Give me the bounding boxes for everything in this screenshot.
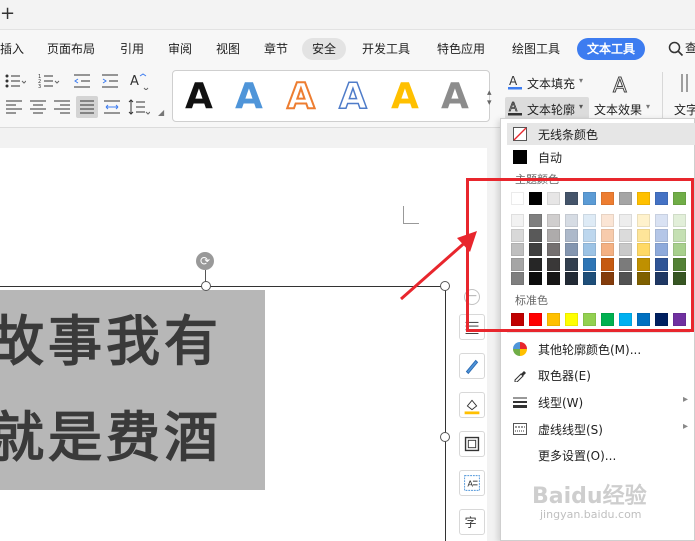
rotate-handle-icon[interactable]: ⟳: [196, 252, 214, 270]
text-wrap-icon[interactable]: A: [459, 470, 485, 496]
svg-text:A: A: [509, 100, 518, 114]
text-style-gold[interactable]: A: [391, 77, 419, 117]
line-type-submenu-icon: ▸: [682, 394, 688, 405]
shape-style-icon[interactable]: [459, 353, 485, 379]
dash-type-item[interactable]: 虚线线型(S) ▸: [501, 417, 695, 441]
text-fill-button[interactable]: 文本填充: [527, 75, 575, 92]
tab-review[interactable]: 审阅: [168, 39, 192, 59]
new-tab-plus-icon[interactable]: +: [0, 4, 15, 24]
more-outline-colors-label: 其他轮廓颜色(M)...: [538, 343, 642, 357]
align-right-icon[interactable]: [52, 98, 74, 116]
tab-sections[interactable]: 章节: [264, 39, 288, 59]
eyedropper-item[interactable]: 取色器(E): [501, 363, 695, 387]
resize-handle-right[interactable]: [440, 432, 450, 442]
auto-color-item[interactable]: 自动: [501, 145, 695, 169]
increase-indent-icon[interactable]: [100, 72, 122, 90]
eyedropper-label: 取色器(E): [538, 369, 591, 383]
text-style-orange-outline[interactable]: A: [286, 76, 316, 118]
text-style-gallery: A A A A A A: [172, 70, 490, 122]
no-line-color-item[interactable]: 无线条颜色: [501, 122, 695, 146]
annotation-highlight-box: [466, 178, 694, 332]
text-effect-icon[interactable]: A: [610, 72, 634, 98]
auto-color-swatch: [513, 150, 527, 164]
text-fill-dropdown-icon[interactable]: ▾: [579, 76, 583, 85]
baidu-watermark: Baidu经验 jingyan.baidu.com: [532, 478, 692, 528]
svg-text:3: 3: [38, 84, 41, 90]
page-margin-mark: [403, 206, 419, 224]
line-weight-icon: [513, 397, 527, 408]
text-style-black[interactable]: A: [185, 77, 213, 117]
menu-divider: [507, 332, 690, 333]
tab-text-tools[interactable]: 文本工具: [577, 38, 646, 60]
no-line-color-label: 无线条颜色: [538, 128, 599, 142]
tab-view[interactable]: 视图: [216, 39, 240, 59]
search-button[interactable]: 查: [668, 39, 695, 59]
tab-special-apps[interactable]: 特色应用: [437, 39, 485, 59]
tab-page-layout[interactable]: 页面布局: [47, 39, 95, 59]
dash-type-submenu-icon: ▸: [682, 421, 688, 432]
dash-type-label: 虚线线型(S): [538, 423, 603, 437]
text-style-blue[interactable]: A: [235, 77, 263, 117]
text-partial-button[interactable]: 文字: [674, 101, 695, 118]
svg-text:A: A: [613, 73, 627, 96]
text-effect-button[interactable]: 文本效果: [594, 101, 642, 118]
svg-text:字: 字: [465, 515, 477, 530]
tab-security[interactable]: 安全: [302, 38, 347, 60]
eyedropper-icon: [514, 371, 526, 382]
search-icon: [668, 41, 684, 57]
no-line-color-icon: [513, 127, 527, 141]
tab-developer-tools[interactable]: 开发工具: [362, 39, 410, 59]
bullet-list-icon[interactable]: [4, 72, 27, 90]
watermark-url: jingyan.baidu.com: [540, 508, 642, 521]
text-box-icon[interactable]: [678, 72, 694, 94]
justify-icon[interactable]: [76, 96, 98, 118]
auto-color-label: 自动: [538, 151, 563, 165]
color-wheel-icon: [513, 342, 527, 356]
menu-bar: 插入 页面布局 引用 审阅 视图 章节 安全 开发工具 特色应用 绘图工具 文本…: [0, 30, 695, 66]
svg-text:A: A: [509, 74, 518, 88]
more-settings-label: 更多设置(O)...: [538, 449, 617, 463]
shape-outline-icon[interactable]: [459, 431, 485, 457]
tab-insert[interactable]: 插入: [0, 39, 24, 59]
dash-type-icon: [513, 423, 527, 435]
gallery-expand-icon[interactable]: ▴ ▾: [487, 88, 497, 108]
text-style-blue-outline[interactable]: A: [338, 76, 367, 118]
text-outline-dropdown-icon: ▾: [579, 102, 584, 111]
svg-text:A: A: [467, 479, 473, 489]
decrease-indent-icon[interactable]: [72, 72, 94, 90]
text-outline-icon: A: [507, 100, 523, 116]
align-center-icon[interactable]: [28, 98, 50, 116]
watermark-brand: Baidu经验: [532, 484, 647, 509]
line-type-item[interactable]: 线型(W) ▸: [501, 390, 695, 414]
shape-fill-icon[interactable]: [459, 392, 485, 418]
textbox-selection-frame[interactable]: [0, 286, 446, 541]
text-direction-tool-icon[interactable]: 字: [459, 509, 485, 535]
title-strip: +: [0, 0, 695, 30]
more-outline-colors-item[interactable]: 其他轮廓颜色(M)...: [501, 337, 695, 361]
numbered-list-icon[interactable]: 123: [38, 72, 60, 90]
paragraph-dialog-launcher-icon[interactable]: ◢: [158, 108, 164, 117]
line-type-label: 线型(W): [538, 396, 584, 410]
align-left-icon[interactable]: [4, 98, 26, 116]
text-outline-label: 文本轮廓: [527, 103, 576, 117]
ribbon-divider: [662, 72, 663, 122]
svg-text:A: A: [130, 74, 139, 89]
tab-drawing-tools[interactable]: 绘图工具: [512, 39, 560, 59]
tab-references[interactable]: 引用: [120, 39, 144, 59]
annotation-arrow-icon: [400, 231, 477, 301]
text-direction-icon[interactable]: A: [128, 72, 150, 91]
distribute-icon[interactable]: [102, 98, 124, 116]
line-spacing-icon[interactable]: [128, 98, 151, 116]
search-label: 查: [685, 41, 695, 55]
text-style-gray-gradient[interactable]: A: [441, 77, 469, 117]
text-effect-dropdown-icon[interactable]: ▾: [646, 102, 650, 111]
more-settings-item[interactable]: 更多设置(O)...: [501, 443, 695, 467]
text-fill-icon[interactable]: A: [507, 74, 523, 90]
resize-handle-top[interactable]: [201, 281, 211, 291]
